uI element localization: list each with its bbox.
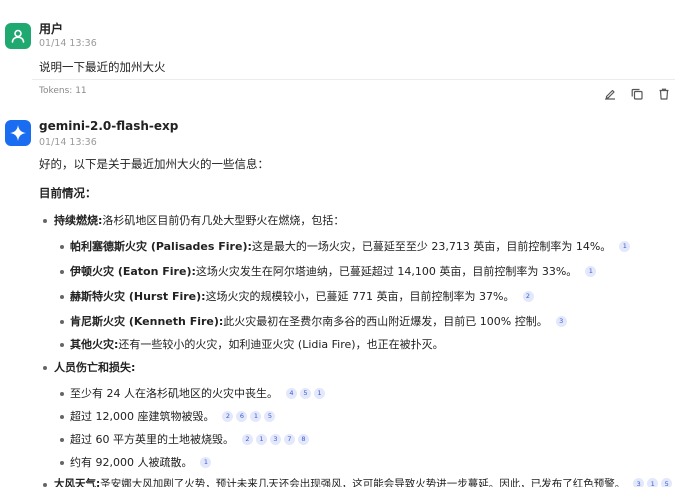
trash-icon <box>659 88 669 100</box>
bot-author: gemini-2.0-flash-exp <box>39 119 179 133</box>
bullet <box>60 320 64 324</box>
list-item-fire: 伊顿火灾 (Eaton Fire): 这场火灾发生在阿尔塔迪纳，已蔓延超过 14… <box>70 263 597 279</box>
bullet <box>60 461 64 465</box>
citation-badge[interactable]: 1 <box>200 456 212 468</box>
bullet <box>43 483 47 487</box>
bullet <box>60 392 64 396</box>
fire-label: 帕利塞德斯火灾 (Palisades Fire): <box>70 240 252 253</box>
list-item-casualty: 约有 92,000 人被疏散。 1 <box>70 454 212 470</box>
citation-badge[interactable]: 4 <box>286 387 297 399</box>
fire-label: 其他火灾: <box>70 338 119 351</box>
citation-badge[interactable]: 6 <box>236 410 248 422</box>
bullet <box>43 219 47 223</box>
list-item-wind: 大风天气: 圣安娜大风加剧了火势，预计未来几天还会出现强风，这可能会导致火势进一… <box>54 476 673 487</box>
copy-button[interactable] <box>630 86 644 100</box>
citation-badge[interactable]: 1 <box>250 410 262 422</box>
bot-avatar <box>5 120 31 146</box>
citation-badge[interactable]: 1 <box>619 240 631 252</box>
fire-label: 赫斯特火灾 (Hurst Fire): <box>70 290 206 303</box>
ongoing-label: 持续燃烧: <box>54 214 103 227</box>
ongoing-text: 洛杉矶地区目前仍有几处大型野火在燃烧，包括： <box>102 214 345 227</box>
casualty-text: 超过 60 平方英里的土地被烧毁。 <box>70 433 234 446</box>
list-item-fire: 帕利塞德斯火灾 (Palisades Fire): 这是最大的一场火灾，已蔓延至… <box>70 238 631 254</box>
citation-badge[interactable]: 2 <box>522 290 534 302</box>
citation-badge[interactable]: 1 <box>256 433 267 445</box>
user-timestamp: 01/14 13:36 <box>39 38 97 49</box>
citation-badge[interactable]: 8 <box>298 433 309 445</box>
wind-text: 圣安娜大风加剧了火势，预计未来几天还会出现强风，这可能会导致火势进一步蔓延。因此… <box>100 478 626 487</box>
edit-button[interactable] <box>603 86 617 100</box>
user-message-text: 说明一下最近的加州大火 <box>39 60 166 74</box>
citation-badge[interactable]: 5 <box>661 478 673 487</box>
citation-badge[interactable]: 5 <box>264 410 276 422</box>
user-author: 用户 <box>39 22 64 36</box>
list-item-casualties: 人员伤亡和损失: <box>54 359 135 375</box>
section-title: 目前情况： <box>39 186 97 200</box>
fire-label: 伊顿火灾 (Eaton Fire): <box>70 265 196 278</box>
bullet <box>60 415 64 419</box>
citation-badge[interactable]: 7 <box>284 433 295 445</box>
list-item-fire: 其他火灾: 还有一些较小的火灾，如利迪亚火灾 (Lidia Fire)，也正在被… <box>70 336 444 352</box>
fire-label: 肯尼斯火灾 (Kenneth Fire): <box>70 315 224 328</box>
list-item-fire: 肯尼斯火灾 (Kenneth Fire): 此火灾最初在圣费尔南多谷的西山附近爆… <box>70 313 567 329</box>
user-avatar <box>5 23 31 49</box>
casualty-text: 至少有 24 人在洛杉矶地区的火灾中丧生。 <box>70 387 278 400</box>
list-item-casualty: 超过 60 平方英里的土地被烧毁。 2 1 3 7 8 <box>70 431 309 447</box>
casualty-text: 超过 12,000 座建筑物被毁。 <box>70 410 215 423</box>
list-item-casualty: 超过 12,000 座建筑物被毁。 2 6 1 5 <box>70 408 276 424</box>
token-count: Tokens: 11 <box>39 86 87 96</box>
citation-badge[interactable]: 5 <box>300 387 311 399</box>
wind-label: 大风天气: <box>54 478 101 487</box>
citation-badge[interactable]: 1 <box>314 387 325 399</box>
bullet <box>43 366 47 370</box>
casualty-text: 约有 92,000 人被疏散。 <box>70 456 193 469</box>
bot-timestamp: 01/14 13:36 <box>39 137 97 148</box>
citation-badge[interactable]: 3 <box>555 315 567 327</box>
citation-badge[interactable]: 1 <box>585 265 597 277</box>
fire-text: 此火灾最初在圣费尔南多谷的西山附近爆发，目前已 100% 控制。 <box>223 315 548 328</box>
bullet <box>60 438 64 442</box>
citation-badge[interactable]: 3 <box>633 478 645 487</box>
delete-button[interactable] <box>657 86 671 100</box>
user-icon <box>11 29 25 43</box>
citation-badge[interactable]: 1 <box>647 478 659 487</box>
bullet <box>60 245 64 249</box>
copy-icon <box>631 88 643 100</box>
bullet <box>60 295 64 299</box>
bullet <box>60 343 64 347</box>
casualties-label: 人员伤亡和损失: <box>54 361 136 374</box>
bullet <box>60 270 64 274</box>
edit-icon <box>605 89 615 100</box>
fire-text: 这场火灾的规模较小，已蔓延 771 英亩，目前控制率为 37%。 <box>205 290 515 303</box>
citation-badge[interactable]: 3 <box>270 433 281 445</box>
list-item-casualty: 至少有 24 人在洛杉矶地区的火灾中丧生。 4 5 1 <box>70 385 325 401</box>
gemini-sparkle-icon <box>10 125 26 141</box>
citation-badge[interactable]: 2 <box>222 410 234 422</box>
list-item-fire: 赫斯特火灾 (Hurst Fire): 这场火灾的规模较小，已蔓延 771 英亩… <box>70 288 534 304</box>
list-item-ongoing: 持续燃烧: 洛杉矶地区目前仍有几处大型野火在燃烧，包括： <box>54 212 344 228</box>
citation-badge[interactable]: 2 <box>242 433 253 445</box>
bot-intro-text: 好的，以下是关于最近加州大火的一些信息： <box>39 157 269 171</box>
fire-text: 这场火灾发生在阿尔塔迪纳，已蔓延超过 14,100 英亩，目前控制率为 33%。 <box>195 265 578 278</box>
fire-text: 还有一些较小的火灾，如利迪亚火灾 (Lidia Fire)，也正在被扑灭。 <box>118 338 444 351</box>
divider <box>32 79 675 80</box>
fire-text: 这是最大的一场火灾，已蔓延至至少 23,713 英亩，目前控制率为 14%。 <box>251 240 612 253</box>
